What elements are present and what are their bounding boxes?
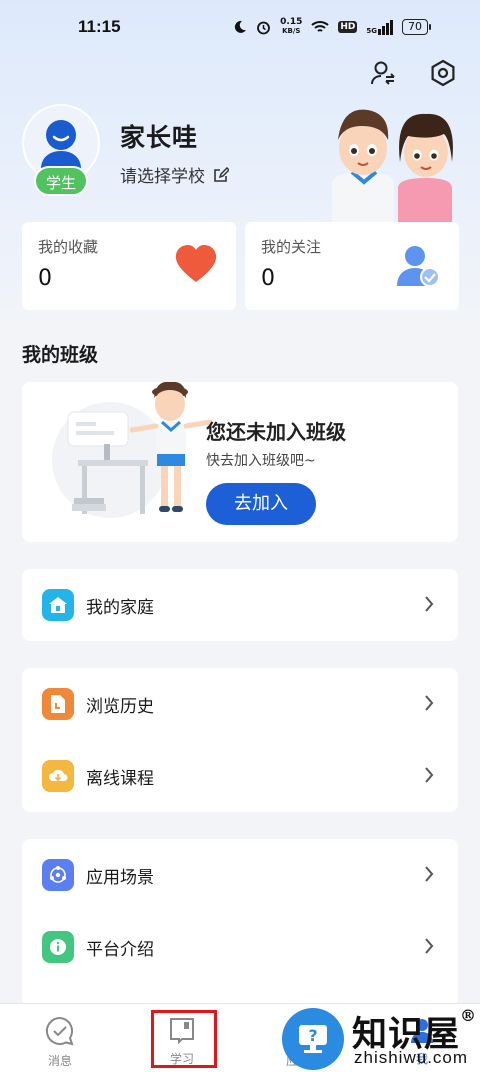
status-bar: 11:15 0.15 KB/S HD 5G 70 xyxy=(0,0,480,54)
hd-badge: HD xyxy=(338,21,358,33)
menu-group-history: 浏览历史 离线课程 xyxy=(22,668,458,812)
signal-icon: 5G xyxy=(366,19,393,35)
user-name: 家长哇 xyxy=(120,123,199,152)
heart-icon xyxy=(175,245,217,282)
menu-item-browse-history[interactable]: 浏览历史 xyxy=(22,668,458,740)
status-icons: 0.15 KB/S HD 5G 70 xyxy=(233,17,431,36)
moon-icon xyxy=(235,20,247,33)
menu-label: 离线课程 xyxy=(86,768,154,789)
watermark: ? 知识屋® zhishiwu.com xyxy=(282,1002,480,1072)
edit-icon xyxy=(214,166,229,182)
battery-icon: 70 xyxy=(402,19,431,35)
chevron-right-icon xyxy=(425,866,434,882)
select-school-label: 请选择学校 xyxy=(120,167,205,187)
menu-item-offline-courses[interactable]: 离线课程 xyxy=(22,740,458,812)
join-class-button[interactable]: 去加入 xyxy=(206,483,316,525)
network-speed: 0.15 KB/S xyxy=(280,17,303,36)
my-class-card: 您还未加入班级 快去加入班级吧~ 去加入 xyxy=(22,382,458,542)
chevron-right-icon xyxy=(425,596,434,612)
switch-user-icon xyxy=(371,61,395,85)
avatar[interactable]: 学生 xyxy=(22,104,100,196)
menu-group-platform: 应用场景 平台介绍 xyxy=(22,839,458,1009)
scene-icon xyxy=(42,859,74,891)
select-school-link[interactable]: 请选择学校 xyxy=(120,162,229,187)
favorites-card[interactable]: 我的收藏 0 xyxy=(22,222,236,310)
menu-item-app-scenarios[interactable]: 应用场景 xyxy=(22,839,458,911)
svg-text:?: ? xyxy=(308,1026,317,1045)
chevron-right-icon xyxy=(425,695,434,711)
chevron-right-icon xyxy=(425,767,434,783)
home-icon xyxy=(42,589,74,621)
nav-label: 消息 xyxy=(47,1054,72,1068)
favorites-label: 我的收藏 xyxy=(38,238,99,256)
menu-label: 我的家庭 xyxy=(86,597,154,618)
switch-user-button[interactable] xyxy=(368,58,398,88)
kids-illustration xyxy=(332,109,453,222)
status-time: 11:15 xyxy=(78,17,121,36)
settings-icon xyxy=(431,59,455,87)
chat-check-icon xyxy=(45,1016,74,1046)
menu-item-platform-intro[interactable]: 平台介绍 xyxy=(22,911,458,983)
empty-class-title: 您还未加入班级 xyxy=(206,420,346,444)
alarm-icon xyxy=(257,21,271,34)
history-icon xyxy=(42,688,74,720)
role-badge: 学生 xyxy=(34,166,88,196)
my-class-title: 我的班级 xyxy=(22,344,99,366)
wifi-icon xyxy=(311,21,330,32)
favorites-count: 0 xyxy=(38,266,52,291)
follows-label: 我的关注 xyxy=(261,238,322,256)
download-icon xyxy=(42,760,74,792)
watermark-subtitle: zhishiwu.com xyxy=(354,1048,469,1067)
monitor-question-icon: ? xyxy=(282,1008,344,1070)
follows-count: 0 xyxy=(261,266,275,291)
menu-label: 浏览历史 xyxy=(86,696,154,717)
student-avatar-icon xyxy=(41,120,81,169)
followed-user-icon xyxy=(397,246,440,287)
study-tab-highlight xyxy=(151,1010,217,1068)
menu-label: 平台介绍 xyxy=(86,939,154,960)
menu-label: 应用场景 xyxy=(86,867,154,888)
menu-item-my-family[interactable]: 我的家庭 xyxy=(22,569,458,641)
chevron-right-icon xyxy=(425,938,434,954)
empty-class-illustration xyxy=(52,382,213,518)
settings-button[interactable] xyxy=(428,58,458,88)
profile-section: 学生 家长哇 请选择学校 xyxy=(22,104,322,200)
nav-messages[interactable]: 消息 xyxy=(12,1004,108,1072)
empty-class-subtitle: 快去加入班级吧~ xyxy=(206,453,316,469)
header-actions xyxy=(368,58,458,88)
follows-card[interactable]: 我的关注 0 xyxy=(245,222,459,310)
info-icon xyxy=(42,931,74,963)
menu-group-family: 我的家庭 xyxy=(22,569,458,641)
